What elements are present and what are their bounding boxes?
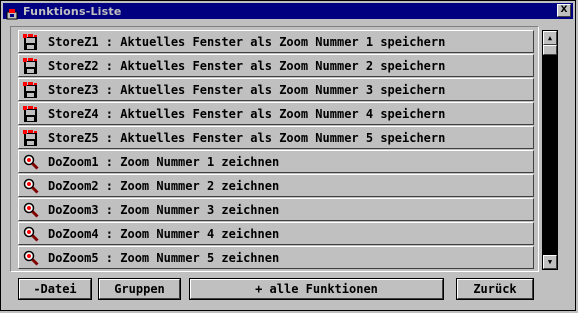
back-button[interactable]: Zurück <box>456 278 534 300</box>
list-item[interactable]: DoZoom3 : Zoom Nummer 3 zeichnen <box>18 198 534 221</box>
window-title: Funktions-Liste <box>23 4 122 18</box>
title-bar[interactable]: Funktions-Liste X <box>3 3 573 20</box>
function-list-window: Funktions-Liste X StoreZ1 : Aktuelles Fe… <box>0 0 576 311</box>
list-item-label: StoreZ4 : Aktuelles Fenster als Zoom Num… <box>48 106 446 121</box>
list-item[interactable]: DoZoom2 : Zoom Nummer 2 zeichnen <box>18 174 534 197</box>
magnifier-icon <box>22 177 40 195</box>
list-item-label: DoZoom3 : Zoom Nummer 3 zeichnen <box>48 202 280 217</box>
app-icon <box>6 5 18 20</box>
magnifier-icon <box>22 201 40 219</box>
close-icon: X <box>560 5 568 15</box>
vertical-scrollbar[interactable]: ▲ ▼ <box>542 30 558 270</box>
list-item-label: DoZoom2 : Zoom Nummer 2 zeichnen <box>48 178 280 193</box>
list-item[interactable]: DoZoom5 : Zoom Nummer 5 zeichnen <box>18 246 534 269</box>
function-list: StoreZ1 : Aktuelles Fenster als Zoom Num… <box>18 30 534 270</box>
list-item[interactable]: StoreZ4 : Aktuelles Fenster als Zoom Num… <box>18 102 534 125</box>
list-item[interactable]: DoZoom4 : Zoom Nummer 4 zeichnen <box>18 222 534 245</box>
scroll-down-button[interactable]: ▼ <box>543 255 557 269</box>
magnifier-icon <box>22 225 40 243</box>
save-floppy-icon <box>22 81 40 99</box>
list-item[interactable]: DoZoom1 : Zoom Nummer 1 zeichnen <box>18 150 534 173</box>
save-floppy-icon <box>22 57 40 75</box>
list-item-label: DoZoom5 : Zoom Nummer 5 zeichnen <box>48 250 280 265</box>
list-item[interactable]: StoreZ3 : Aktuelles Fenster als Zoom Num… <box>18 78 534 101</box>
all-functions-button[interactable]: + alle Funktionen <box>189 278 444 300</box>
save-floppy-icon <box>22 129 40 147</box>
save-floppy-icon <box>22 105 40 123</box>
magnifier-icon <box>22 249 40 267</box>
arrow-down-icon: ▼ <box>547 257 553 266</box>
list-item-label: StoreZ3 : Aktuelles Fenster als Zoom Num… <box>48 82 446 97</box>
list-item-label: DoZoom4 : Zoom Nummer 4 zeichnen <box>48 226 280 241</box>
list-item-label: StoreZ5 : Aktuelles Fenster als Zoom Num… <box>48 130 446 145</box>
scroll-up-button[interactable]: ▲ <box>543 31 557 45</box>
list-item[interactable]: StoreZ1 : Aktuelles Fenster als Zoom Num… <box>18 30 534 53</box>
list-item-label: DoZoom1 : Zoom Nummer 1 zeichnen <box>48 154 280 169</box>
list-item[interactable]: StoreZ5 : Aktuelles Fenster als Zoom Num… <box>18 126 534 149</box>
save-floppy-icon <box>22 33 40 51</box>
close-button[interactable]: X <box>557 4 571 17</box>
magnifier-icon <box>22 153 40 171</box>
datei-button[interactable]: -Datei <box>18 278 92 300</box>
scroll-thumb[interactable] <box>543 45 557 55</box>
list-item-label: StoreZ2 : Aktuelles Fenster als Zoom Num… <box>48 58 446 73</box>
list-item[interactable]: StoreZ2 : Aktuelles Fenster als Zoom Num… <box>18 54 534 77</box>
list-item-label: StoreZ1 : Aktuelles Fenster als Zoom Num… <box>48 34 446 49</box>
gruppen-button[interactable]: Gruppen <box>98 278 181 300</box>
arrow-up-icon: ▲ <box>547 33 553 42</box>
